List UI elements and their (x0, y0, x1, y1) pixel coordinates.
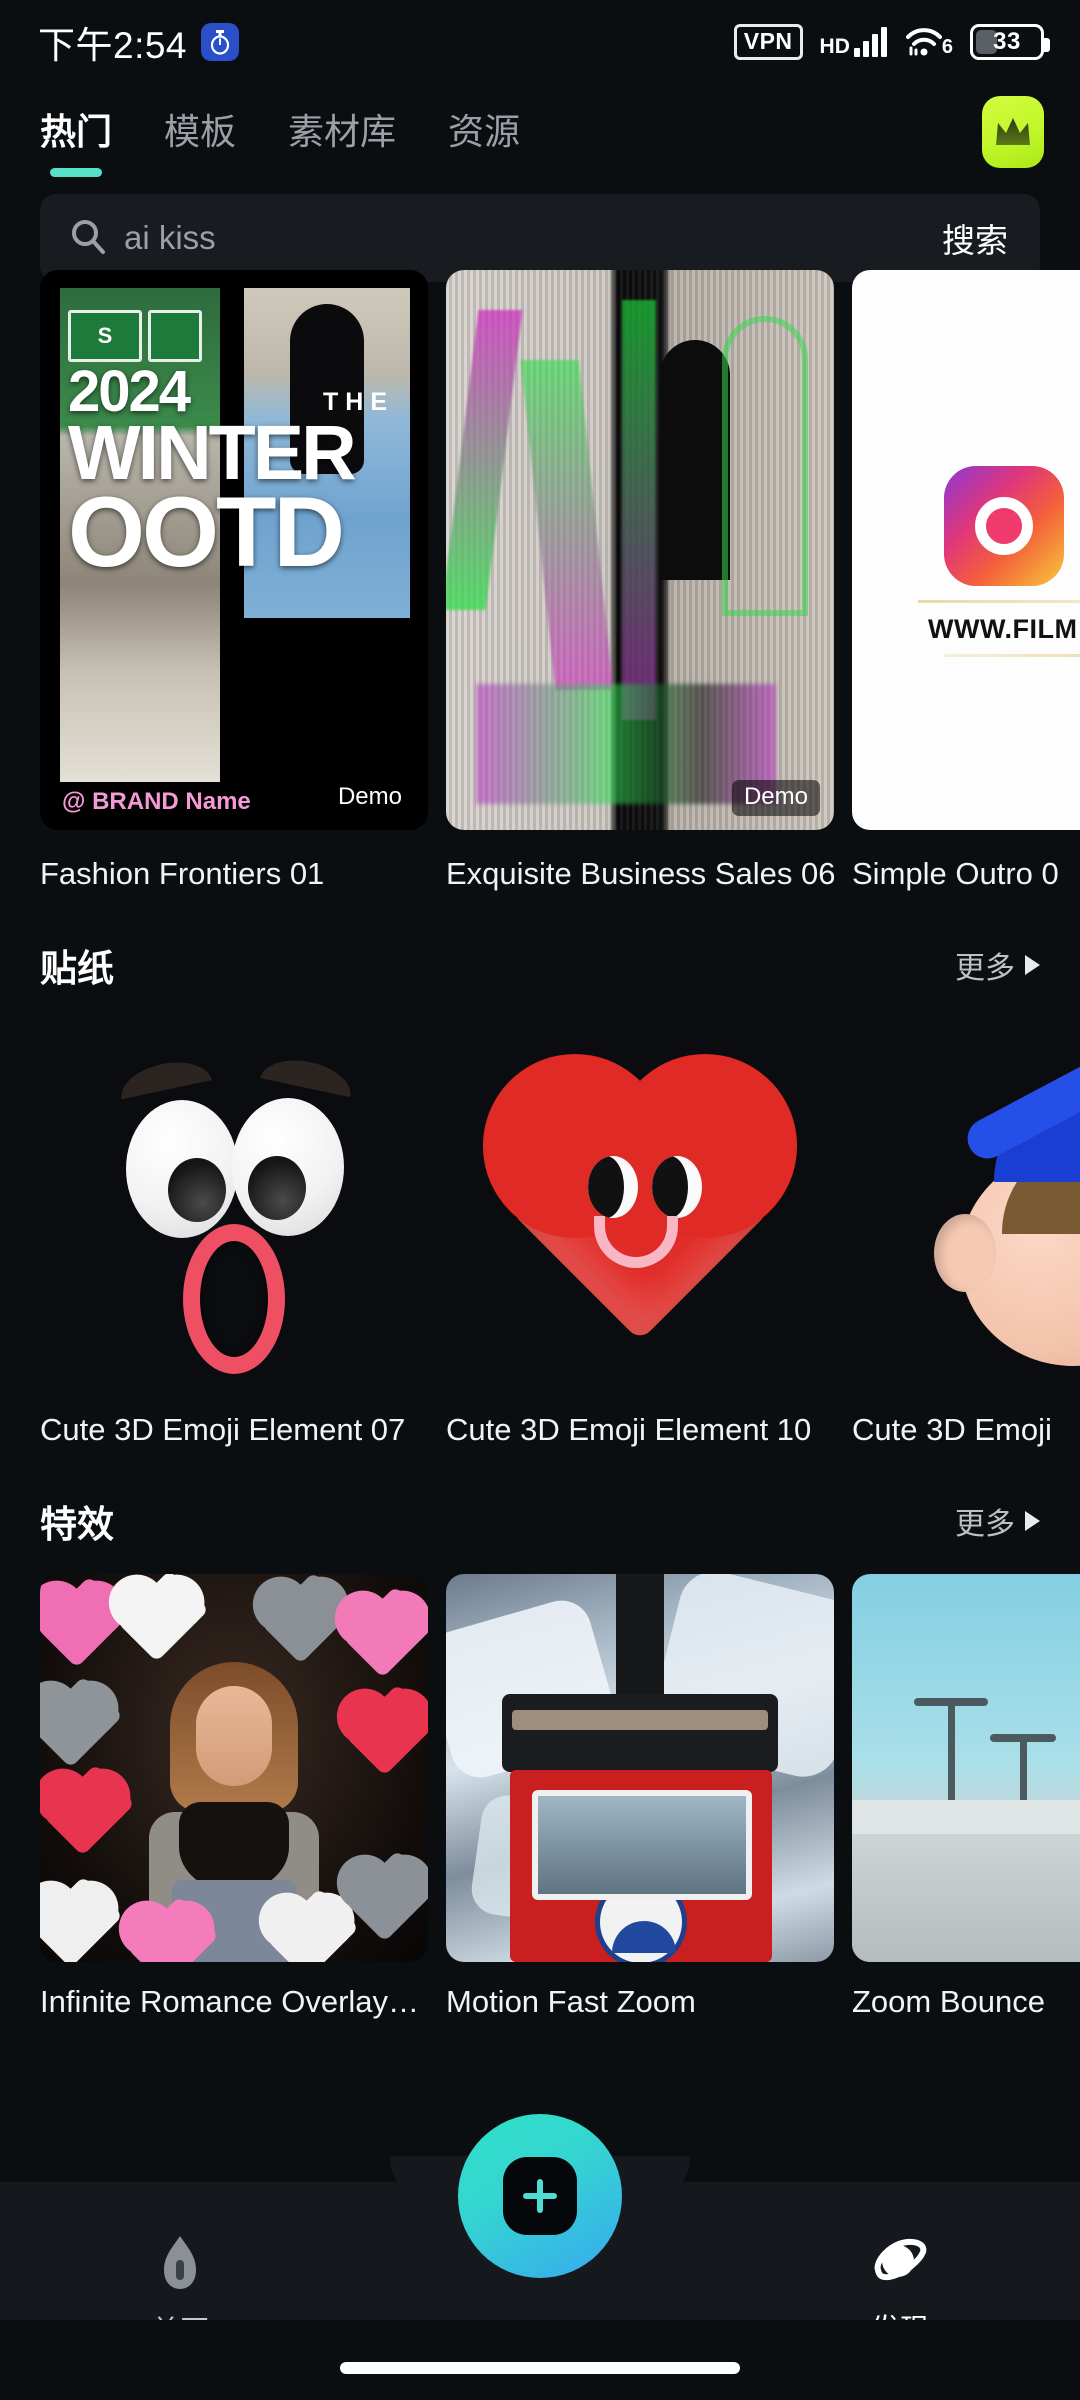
effect-title-row: Infinite Romance Overlay… Motion Fast Zo… (0, 1984, 1080, 2020)
overlay-line2: OOTD (68, 475, 345, 587)
overlay-brand: @ BRAND Name (62, 788, 251, 815)
sticker-card[interactable] (446, 1018, 834, 1390)
stickers-more-button[interactable]: 更多 (955, 943, 1040, 987)
stopwatch-icon (201, 23, 240, 61)
sticker-title: Cute 3D Emoji (852, 1412, 1052, 1447)
battery-indicator: 33 (970, 24, 1050, 60)
cable-car-artwork (446, 1574, 834, 1962)
section-title: 特效 (40, 1504, 114, 1545)
search-input[interactable] (124, 219, 922, 257)
template-card[interactable]: Demo (446, 270, 834, 830)
sticker-title: Cute 3D Emoji Element 07 (40, 1412, 406, 1447)
template-thumbnail[interactable]: Demo (446, 270, 834, 830)
status-clock: 下午2:54 (38, 25, 188, 66)
template-title: Exquisite Business Sales 06 (446, 856, 834, 891)
tab-hot[interactable]: 热门 (40, 103, 112, 161)
template-title: Simple Outro 0 (852, 856, 1059, 891)
triangle-right-icon (1025, 1511, 1040, 1531)
tab-templates[interactable]: 模板 (164, 103, 236, 161)
simple-outro-artwork: WWW.FILM (852, 270, 1080, 830)
triangle-right-icon (1025, 955, 1040, 975)
vpn-indicator: VPN (733, 24, 803, 60)
template-title-row: Fashion Frontiers 01 Exquisite Business … (0, 856, 1080, 892)
effect-title: Zoom Bounce (852, 1984, 1045, 2019)
winter-ootd-artwork: S THE 2024 WINTER OOTD @ BRAND Name (40, 270, 428, 830)
sticker-title-row: Cute 3D Emoji Element 07 Cute 3D Emoji E… (0, 1412, 1080, 1448)
section-header-effects: 特效 更多 (0, 1494, 1080, 1548)
instagram-icon (944, 466, 1064, 586)
demo-badge: Demo (731, 780, 820, 816)
sticker-carousel[interactable] (0, 1018, 1080, 1390)
demo-badge: Demo (325, 780, 414, 816)
more-label: 更多 (955, 1508, 1015, 1541)
more-label: 更多 (955, 952, 1015, 985)
tab-list: 热门 模板 素材库 资源 (40, 103, 982, 161)
effect-card[interactable] (852, 1574, 1080, 1962)
glitch-graffiti-artwork (446, 270, 834, 830)
battery-percent-label: 33 (993, 28, 1021, 55)
search-section: 搜索 (0, 180, 1080, 282)
outro-url-text: WWW.FILM (928, 614, 1078, 644)
tab-asset-library[interactable]: 素材库 (288, 103, 396, 161)
wifi-generation-label: 6 (941, 36, 953, 58)
sticker-card[interactable] (40, 1018, 428, 1390)
planet-icon (874, 2238, 927, 2281)
effect-card[interactable] (40, 1574, 428, 1962)
gesture-bar-area (0, 2320, 1080, 2400)
sticker-thumbnail[interactable] (446, 1018, 834, 1390)
wifi-icon: 6 (904, 26, 953, 58)
status-bar: 下午2:54 VPN HD 6 33 (0, 0, 1080, 84)
search-bar[interactable]: 搜索 (40, 194, 1040, 282)
template-card[interactable]: S THE 2024 WINTER OOTD @ BRAND Name Demo (40, 270, 428, 830)
effect-thumbnail[interactable] (446, 1574, 834, 1962)
search-icon (68, 216, 108, 261)
effect-carousel[interactable] (0, 1574, 1080, 1962)
top-tab-bar: 热门 模板 素材库 资源 (0, 84, 1080, 180)
signal-bars (853, 27, 887, 57)
template-title: Fashion Frontiers 01 (40, 856, 325, 891)
plus-icon (503, 2157, 577, 2235)
system-gesture-bar[interactable] (340, 2362, 740, 2374)
sticker-card[interactable] (852, 1018, 1080, 1390)
sticker-thumbnail[interactable] (852, 1018, 1080, 1390)
heart-emoji-artwork (446, 1018, 834, 1390)
template-card[interactable]: WWW.FILM (852, 270, 1080, 830)
scroll-content: S THE 2024 WINTER OOTD @ BRAND Name Demo (0, 270, 1080, 2020)
effects-more-button[interactable]: 更多 (955, 1499, 1040, 1543)
sticker-thumbnail[interactable] (40, 1018, 428, 1390)
crown-icon (996, 118, 1030, 145)
effect-title: Infinite Romance Overlay… (40, 1984, 420, 2019)
boy-with-cap-artwork (852, 1018, 1080, 1390)
status-bar-right: VPN HD 6 33 (733, 24, 1050, 60)
surprised-face-artwork (40, 1018, 428, 1390)
status-bar-left: 下午2:54 (38, 15, 240, 69)
signal-bars-icon: HD (820, 27, 887, 57)
search-submit-button[interactable]: 搜索 (942, 214, 1008, 262)
template-thumbnail[interactable]: S THE 2024 WINTER OOTD @ BRAND Name Demo (40, 270, 428, 830)
section-header-stickers: 贴纸 更多 (0, 938, 1080, 992)
tab-resources[interactable]: 资源 (448, 103, 520, 161)
rooftop-zoom-artwork (852, 1574, 1080, 1962)
effect-title: Motion Fast Zoom (446, 1984, 696, 2019)
create-project-button[interactable] (458, 2114, 622, 2278)
template-carousel[interactable]: S THE 2024 WINTER OOTD @ BRAND Name Demo (0, 270, 1080, 830)
effect-thumbnail[interactable] (852, 1574, 1080, 1962)
home-icon (164, 2236, 196, 2289)
effect-card[interactable] (446, 1574, 834, 1962)
effect-thumbnail[interactable] (40, 1574, 428, 1962)
hd-label: HD (819, 35, 850, 59)
sticker-title: Cute 3D Emoji Element 10 (446, 1412, 812, 1447)
template-thumbnail[interactable]: WWW.FILM (852, 270, 1080, 830)
romance-hearts-artwork (40, 1574, 428, 1962)
vip-crown-button[interactable] (982, 96, 1044, 168)
station-sign-letter: S (68, 310, 142, 362)
section-title: 贴纸 (40, 948, 114, 989)
